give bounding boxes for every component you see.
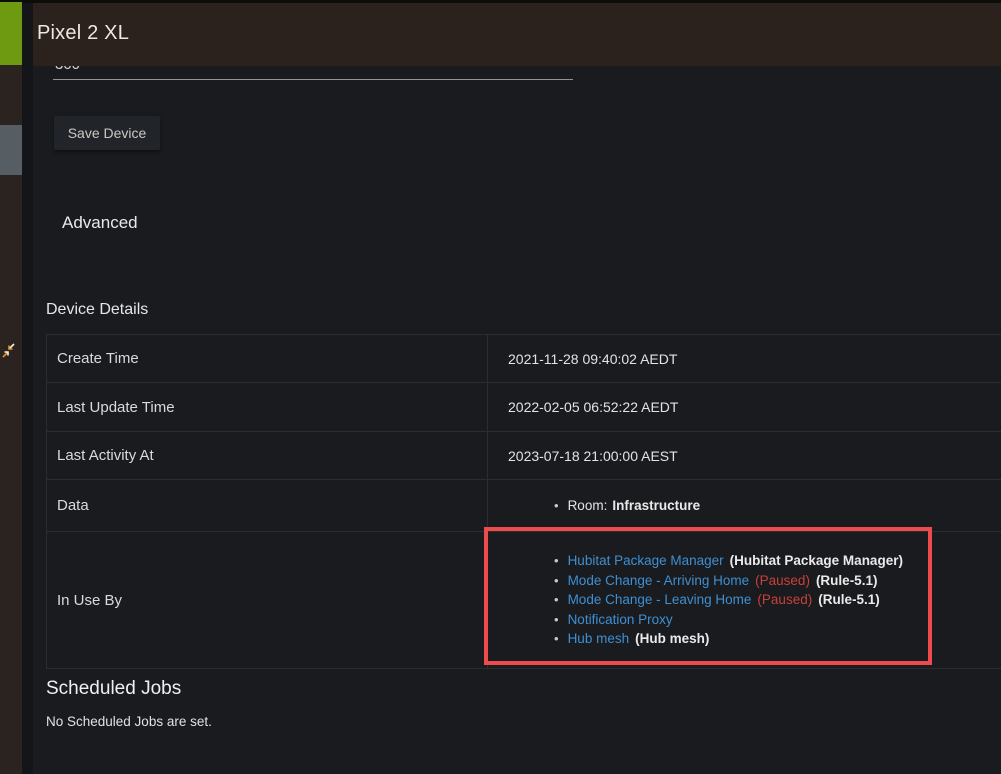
row-value: 2023-07-18 21:00:00 AEST [488, 432, 1001, 479]
input-underline [53, 79, 573, 80]
list-item: Room: Infrastructure [554, 496, 700, 516]
row-value: Room: Infrastructure [488, 480, 1001, 531]
device-details-table: Create Time 2021-11-28 09:40:02 AEDT Las… [46, 334, 1001, 669]
app-link[interactable]: Hub mesh [568, 631, 630, 646]
scheduled-jobs-heading: Scheduled Jobs [46, 678, 181, 700]
numeric-preference-input[interactable]: 300 [55, 66, 80, 73]
paused-badge: (Paused) [757, 592, 812, 607]
table-row-last-update-time: Last Update Time 2022-02-05 06:52:22 AED… [47, 383, 1001, 432]
app-type-label: (Hubitat Package Manager) [730, 553, 903, 568]
save-device-button[interactable]: Save Device [54, 116, 160, 150]
app-link[interactable]: Mode Change - Leaving Home [568, 592, 752, 607]
table-row-data: Data Room: Infrastructure [47, 480, 1001, 532]
sidebar-item-green-tile[interactable] [0, 2, 22, 65]
row-label: Last Activity At [47, 432, 488, 479]
data-room-value: Infrastructure [612, 498, 700, 513]
row-value: Hubitat Package Manager (Hubitat Package … [488, 532, 1001, 668]
app-type-label: (Rule-5.1) [818, 592, 880, 607]
collapse-arrows-icon[interactable] [1, 341, 17, 361]
table-row-create-time: Create Time 2021-11-28 09:40:02 AEDT [47, 335, 1001, 383]
row-label: Create Time [47, 335, 488, 382]
row-label: In Use By [47, 532, 488, 668]
sidebar [0, 2, 22, 774]
app-link[interactable]: Notification Proxy [568, 612, 673, 627]
app-link[interactable]: Hubitat Package Manager [568, 553, 724, 568]
device-details-heading: Device Details [46, 301, 148, 319]
sidebar-item-gray-tile[interactable] [0, 125, 22, 175]
advanced-heading: Advanced [62, 213, 138, 233]
list-item: Mode Change - Arriving Home (Paused) (Rule… [554, 571, 903, 591]
list-item: Hubitat Package Manager (Hubitat Package … [554, 551, 903, 571]
table-row-in-use-by: In Use By Hubitat Package Manager (Hubita… [47, 532, 1001, 669]
list-item: Hub mesh (Hub mesh) [554, 629, 903, 649]
main-content: 300 Save Device Advanced Device Details … [33, 66, 1001, 774]
table-row-last-activity-at: Last Activity At 2023-07-18 21:00:00 AES… [47, 432, 1001, 480]
list-item: Notification Proxy [554, 610, 903, 630]
row-label: Last Update Time [47, 383, 488, 431]
app-link[interactable]: Mode Change - Arriving Home [568, 573, 750, 588]
app-type-label: (Rule-5.1) [816, 573, 878, 588]
in-use-by-list: Hubitat Package Manager (Hubitat Package … [508, 551, 903, 649]
data-list: Room: Infrastructure [508, 496, 700, 516]
row-label: Data [47, 480, 488, 531]
page-title: Pixel 2 XL [37, 22, 129, 45]
header-bar: Pixel 2 XL [33, 3, 1001, 66]
paused-badge: (Paused) [755, 573, 810, 588]
row-value: 2021-11-28 09:40:02 AEDT [488, 335, 1001, 382]
scheduled-jobs-empty-message: No Scheduled Jobs are set. [46, 714, 212, 729]
list-item: Mode Change - Leaving Home (Paused) (Rule-… [554, 590, 903, 610]
data-room-label: Room: [568, 498, 608, 513]
row-value: 2022-02-05 06:52:22 AEDT [488, 383, 1001, 431]
app-type-label: (Hub mesh) [635, 631, 709, 646]
